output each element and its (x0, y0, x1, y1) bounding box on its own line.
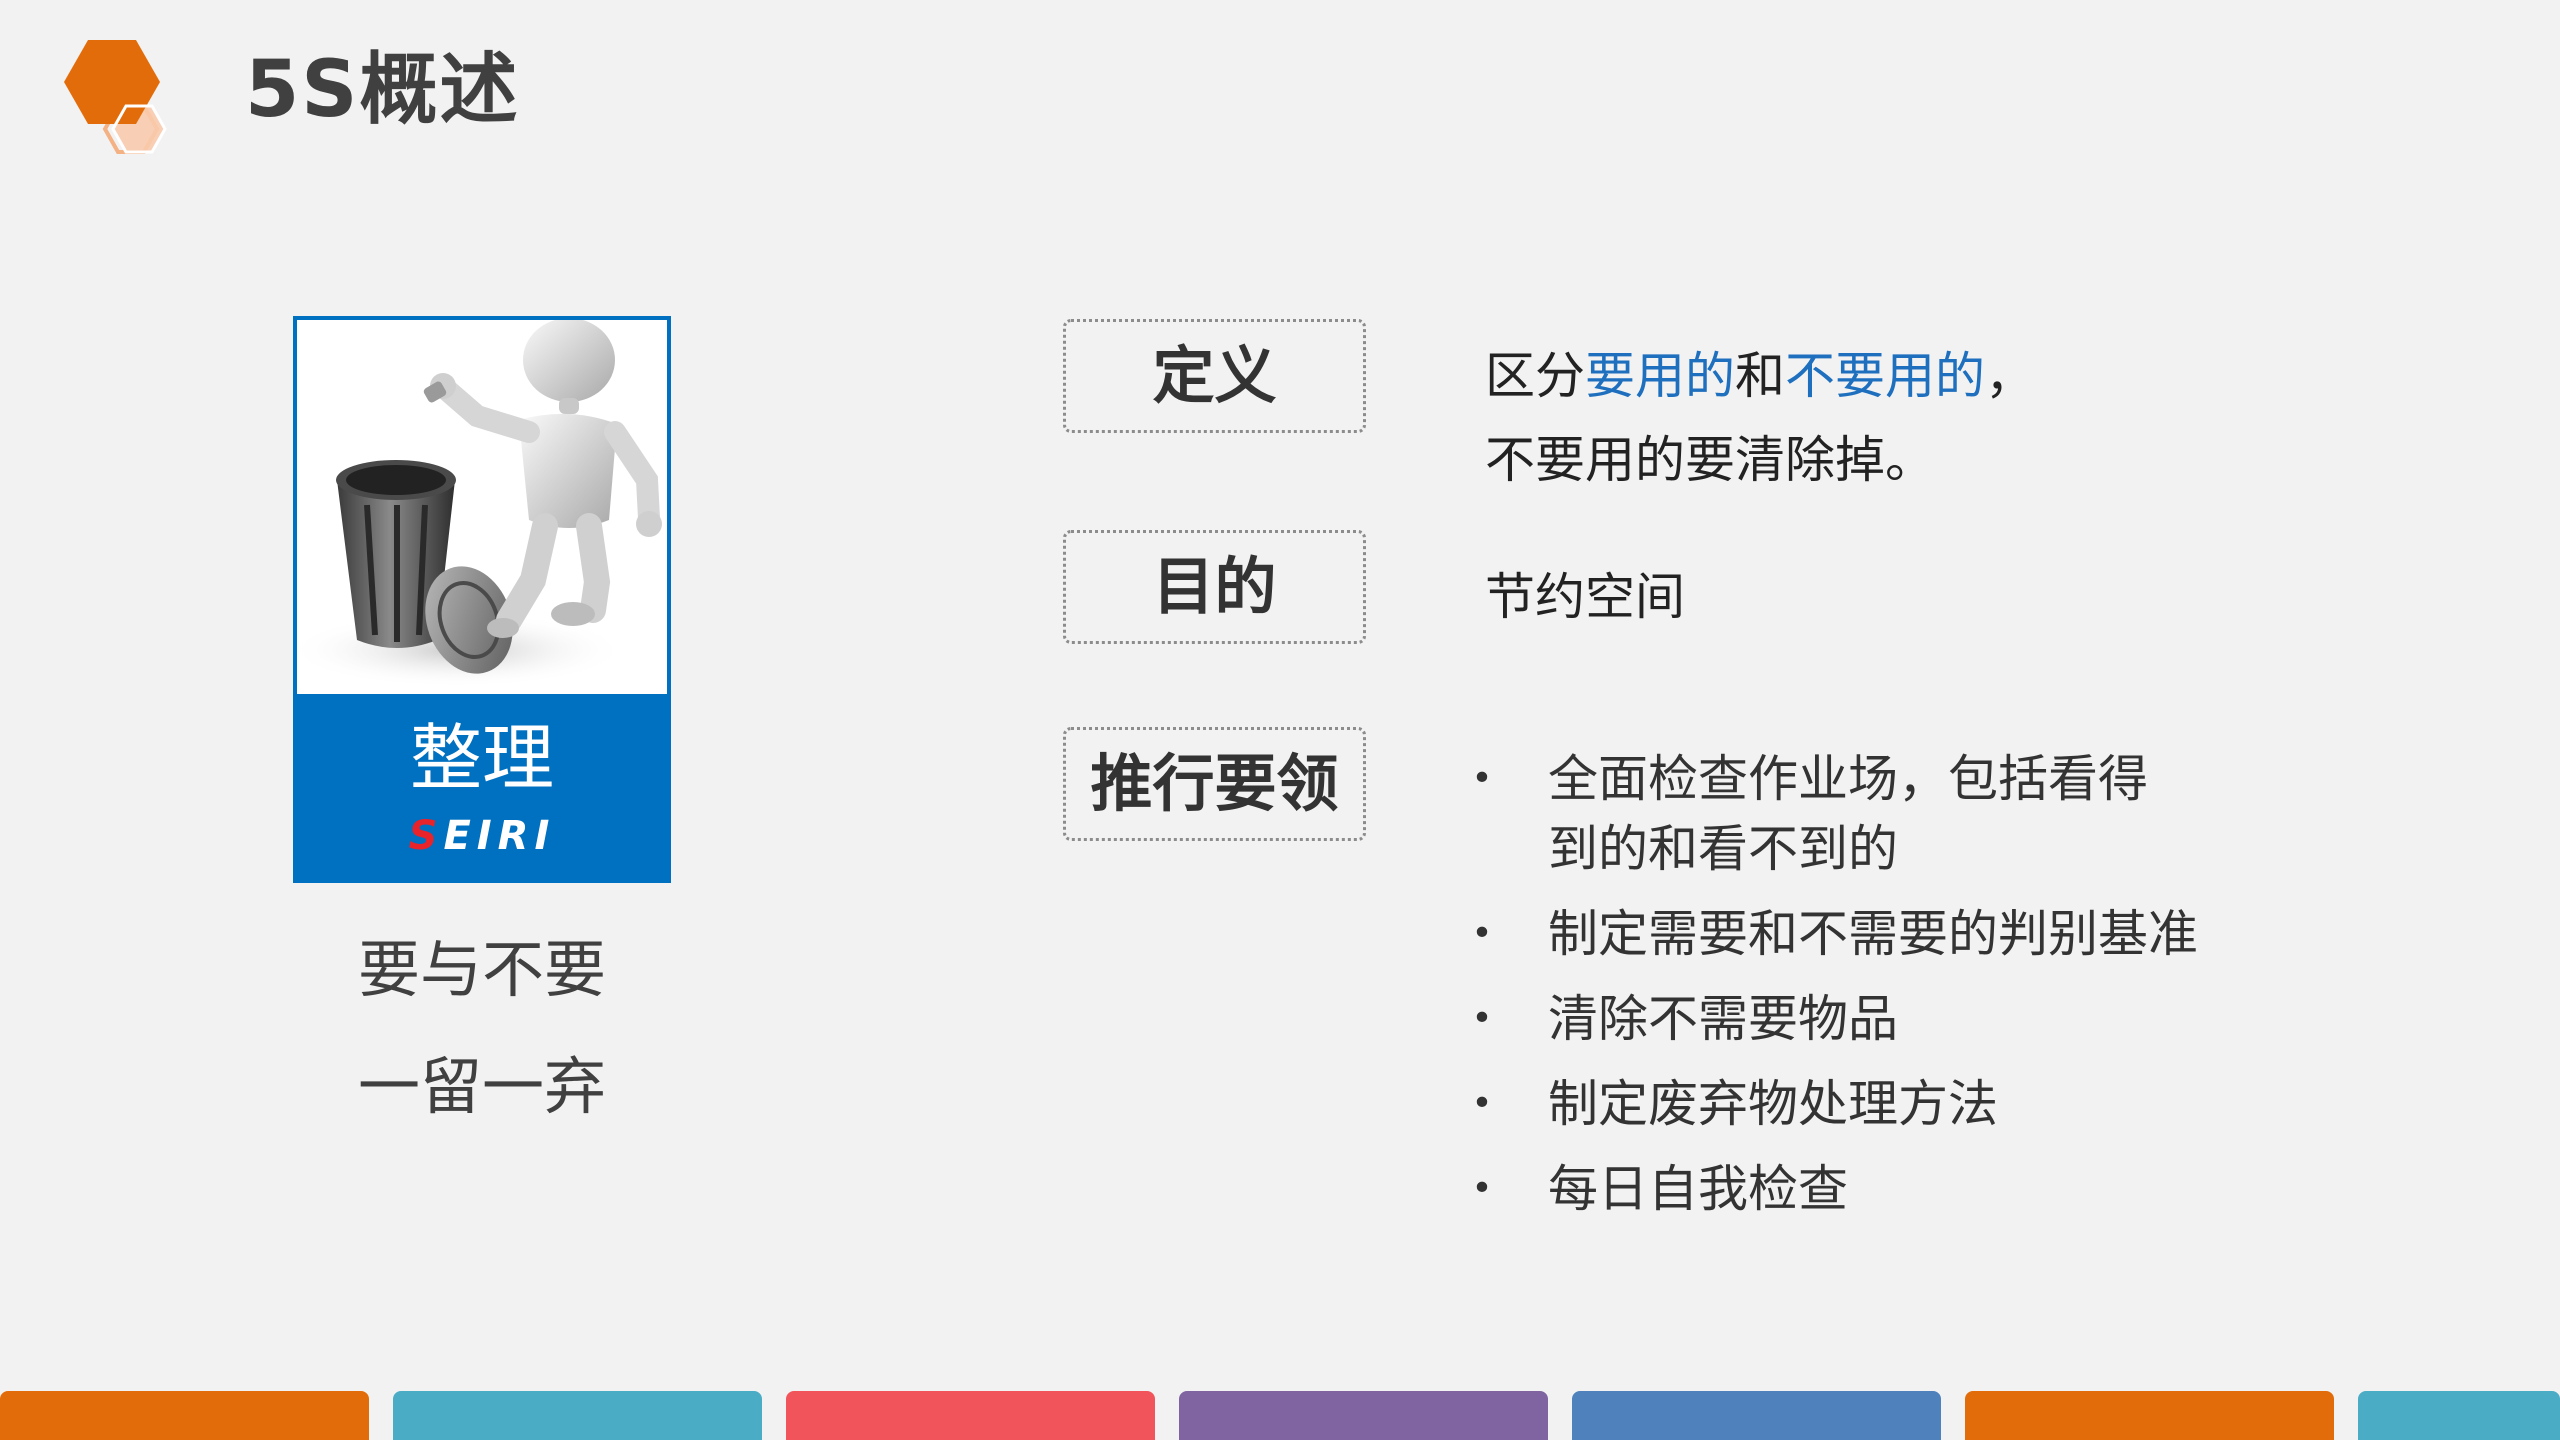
color-bar-segment (0, 1391, 369, 1440)
list-item-text: 全面检查作业场，包括看得到的和看不到的 (1548, 750, 2148, 878)
bullet-icon: • (1471, 913, 1493, 954)
slide: 5S概述 整理 SEIRI 要与不要 一留一弃 定义 目的 推行要领 区分要用的… (0, 0, 2560, 1440)
slogan-keep-or-not: 要与不要 (357, 933, 606, 1006)
definition-text-part: ， (1985, 347, 2035, 405)
definition-highlight-unneeded: 不要用的 (1785, 347, 1985, 405)
list-item: • 清除不需要物品 (1470, 984, 2230, 1054)
list-item-text: 制定废弃物处理方法 (1548, 1075, 1998, 1133)
list-item: • 制定废弃物处理方法 (1470, 1069, 2230, 1139)
definition-text-part: 区分 (1485, 347, 1585, 405)
robot-trash-illustration-icon (297, 320, 662, 688)
seiri-card: 整理 SEIRI (293, 316, 671, 883)
list-item: • 每日自我检查 (1470, 1154, 2230, 1224)
definition-highlight-needed: 要用的 (1585, 347, 1735, 405)
definition-line-1: 区分要用的和不要用的， (1485, 334, 2185, 418)
card-romaji: SEIRI (297, 810, 667, 862)
definition-text: 区分要用的和不要用的， 不要用的要清除掉。 (1485, 334, 2185, 502)
hexagon-logo-icon (64, 40, 167, 154)
bullet-icon: • (1471, 1083, 1493, 1124)
list-item-text: 每日自我检查 (1548, 1160, 1848, 1218)
definition-text-part: 和 (1735, 347, 1785, 405)
card-label: 整理 (409, 716, 554, 800)
key-points-list: • 全面检查作业场，包括看得到的和看不到的 • 制定需要和不需要的判别基准 • 清除不… (1470, 744, 2230, 1239)
romaji-first-letter: S (408, 813, 444, 859)
robot-with-trash-can-illustration (297, 320, 667, 694)
color-bar-segment (1965, 1391, 2334, 1440)
color-bar-segment (2358, 1391, 2560, 1440)
bullet-icon: • (1471, 758, 1493, 799)
page-title: 5S概述 (245, 45, 520, 135)
bullet-icon: • (1471, 998, 1493, 1039)
color-bar-segment (1179, 1391, 1548, 1440)
purpose-label-box: 目的 (1063, 530, 1366, 644)
bottom-color-bar (0, 1391, 2560, 1440)
color-bar-segment (786, 1391, 1155, 1440)
list-item-text: 制定需要和不需要的判别基准 (1548, 905, 2198, 963)
purpose-text: 节约空间 (1485, 568, 1685, 626)
color-bar-segment (393, 1391, 762, 1440)
definition-label-box: 定义 (1063, 319, 1366, 433)
list-item: • 制定需要和不需要的判别基准 (1470, 899, 2230, 969)
slogan-keep-one-discard-one: 一留一弃 (357, 1050, 606, 1123)
key-points-label-box: 推行要领 (1063, 727, 1366, 841)
bullet-icon: • (1471, 1168, 1493, 1209)
list-item-text: 清除不需要物品 (1548, 990, 1898, 1048)
definition-line-2: 不要用的要清除掉。 (1485, 431, 1935, 489)
romaji-rest: EIRI (443, 813, 556, 859)
list-item: • 全面检查作业场，包括看得到的和看不到的 (1470, 744, 2230, 884)
color-bar-segment (1572, 1391, 1941, 1440)
